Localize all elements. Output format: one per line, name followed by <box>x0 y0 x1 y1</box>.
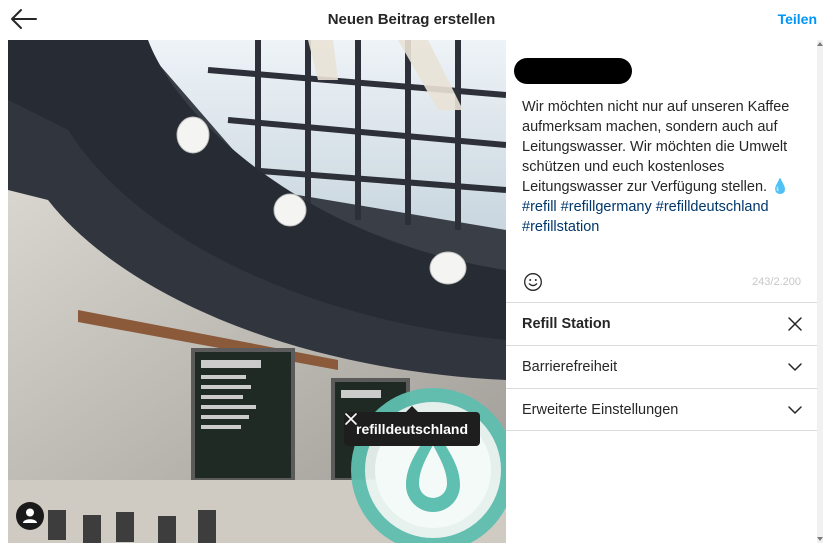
location-row[interactable]: Refill Station <box>506 302 817 345</box>
tag-label: refilldeutschland <box>356 421 469 437</box>
scroll-down-icon[interactable] <box>817 535 823 543</box>
chevron-down-icon[interactable] <box>787 359 803 375</box>
location-label: Refill Station <box>522 316 611 332</box>
redacted-username <box>514 58 632 84</box>
panel-scrollbar[interactable] <box>817 40 823 543</box>
photo-scene <box>8 40 506 543</box>
close-icon[interactable] <box>787 316 803 332</box>
smiley-icon[interactable] <box>523 272 543 292</box>
post-details-panel: Wir möchten nicht nur auf unseren Kaffee… <box>506 40 817 543</box>
advanced-settings-label: Erweiterte Einstellungen <box>522 402 679 418</box>
close-icon[interactable] <box>344 412 358 426</box>
tag-people-button[interactable] <box>16 502 44 530</box>
person-icon <box>23 508 37 523</box>
caption-text: Wir möchten nicht nur auf unseren Kaffee… <box>522 99 790 195</box>
character-count: 243/2.200 <box>752 276 801 288</box>
product-tag[interactable]: refilldeutschland <box>344 406 481 446</box>
post-photo[interactable]: refilldeutschland <box>8 40 506 543</box>
share-button[interactable]: Teilen <box>778 11 817 27</box>
accessibility-row[interactable]: Barrierefreiheit <box>506 345 817 388</box>
caption-hashtags: #refill #refillgermany #refilldeutschlan… <box>522 199 769 235</box>
page-title: Neuen Beitrag erstellen <box>327 11 496 28</box>
scroll-up-icon[interactable] <box>817 40 823 48</box>
accessibility-label: Barrierefreiheit <box>522 359 618 375</box>
caption-textarea[interactable]: Wir möchten nicht nur auf unseren Kaffee… <box>522 97 807 237</box>
chevron-down-icon[interactable] <box>787 402 803 418</box>
advanced-settings-row[interactable]: Erweiterte Einstellungen <box>506 388 817 431</box>
header-bar: Neuen Beitrag erstellen Teilen <box>0 0 823 40</box>
